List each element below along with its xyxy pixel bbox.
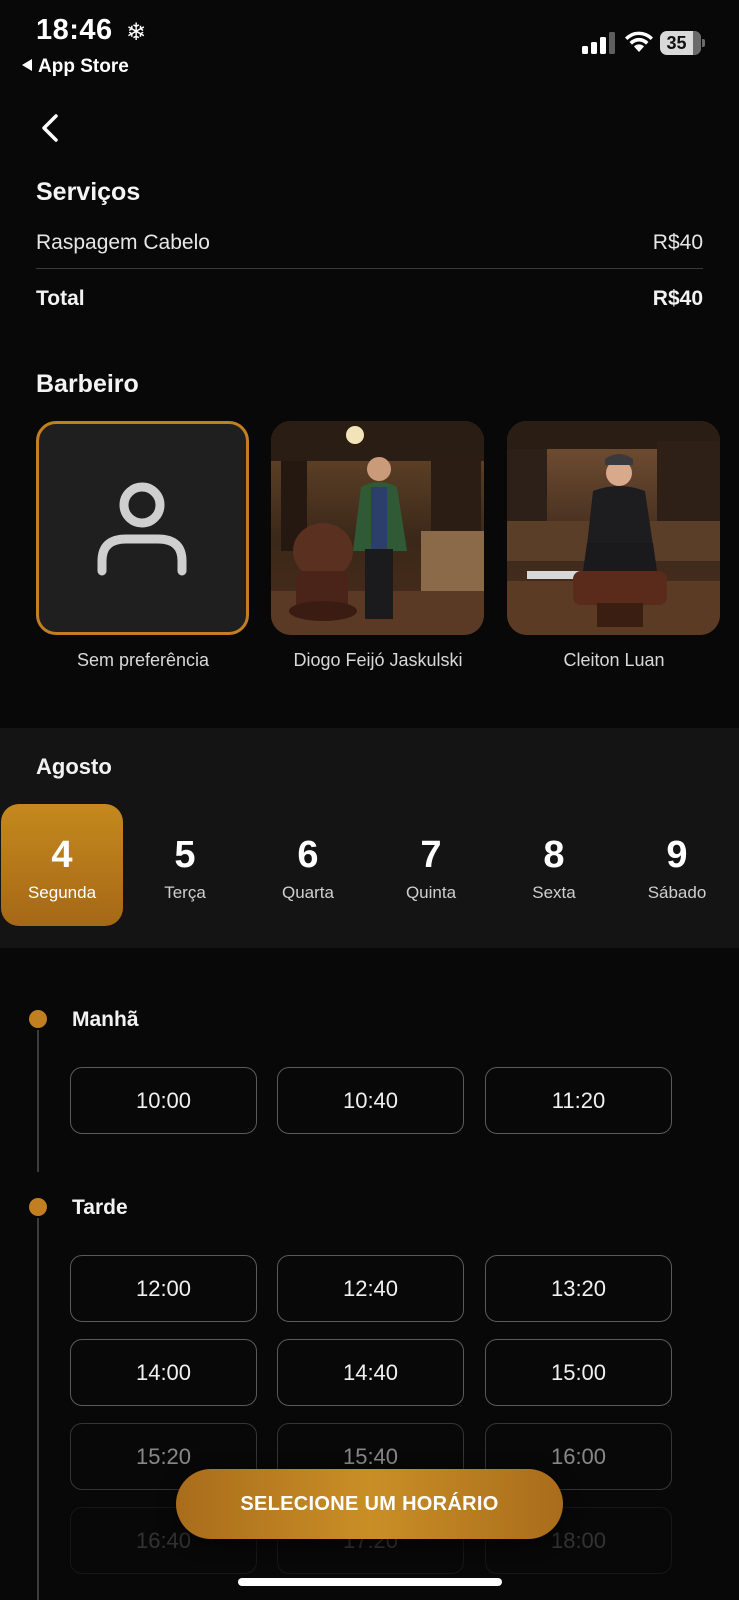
day-number: 9 xyxy=(666,834,688,876)
back-app-label: App Store xyxy=(38,56,129,77)
day-option[interactable]: 7 Quinta xyxy=(370,804,492,926)
divider xyxy=(36,268,703,269)
service-price: R$40 xyxy=(652,231,703,254)
barber-name: Sem preferência xyxy=(76,650,210,670)
timeline-dot xyxy=(29,1010,47,1028)
home-indicator[interactable] xyxy=(238,1578,502,1586)
total-label: Total xyxy=(36,287,85,310)
day-option[interactable]: 6 Quarta xyxy=(247,804,369,926)
services-title: Serviços xyxy=(36,178,141,206)
barber-photo-image xyxy=(507,421,720,635)
timeline-dot xyxy=(29,1198,47,1216)
user-icon xyxy=(97,482,187,576)
period-morning: Manhã xyxy=(72,1008,139,1031)
total-row: Total R$40 xyxy=(36,287,703,311)
day-weekday: Sexta xyxy=(532,883,576,902)
service-row: Raspagem Cabelo R$40 xyxy=(36,231,703,255)
barber-photo-image xyxy=(271,421,484,635)
time-slot[interactable]: 14:00 xyxy=(70,1339,257,1406)
month-label: Agosto xyxy=(36,754,112,779)
day-number: 8 xyxy=(543,834,565,876)
day-number: 6 xyxy=(297,834,319,876)
barber-photo-cleiton[interactable] xyxy=(507,421,720,635)
time-slot[interactable]: 12:00 xyxy=(70,1255,257,1322)
battery-icon: 35 xyxy=(660,31,705,55)
wifi-icon xyxy=(625,31,653,52)
barber-title: Barbeiro xyxy=(36,370,139,398)
day-option[interactable]: 9 Sábado xyxy=(616,804,738,926)
time-slot[interactable]: 10:40 xyxy=(277,1067,464,1134)
select-time-button[interactable]: SELECIONE UM HORÁRIO xyxy=(176,1469,563,1539)
day-option[interactable]: 8 Sexta xyxy=(493,804,615,926)
total-value: R$40 xyxy=(652,287,703,310)
barber-name: Cleiton Luan xyxy=(563,650,665,670)
day-option[interactable]: 4 Segunda xyxy=(1,804,123,926)
time-slot[interactable]: 10:00 xyxy=(70,1067,257,1134)
back-to-app-store-link[interactable]: App Store xyxy=(22,56,129,78)
day-number: 4 xyxy=(51,834,73,876)
time-slot[interactable]: 13:20 xyxy=(485,1255,672,1322)
status-time: 18:46 xyxy=(36,14,113,46)
timeline-line xyxy=(37,1030,39,1172)
barber-photo-diogo[interactable] xyxy=(271,421,484,635)
day-weekday: Terça xyxy=(164,883,206,902)
back-triangle-icon xyxy=(22,59,32,71)
battery-level: 35 xyxy=(666,33,687,53)
time-slot[interactable]: 14:40 xyxy=(277,1339,464,1406)
day-weekday: Sábado xyxy=(647,883,707,902)
period-afternoon: Tarde xyxy=(72,1196,128,1219)
cellular-signal-icon xyxy=(582,32,616,54)
timeline-line xyxy=(37,1218,39,1600)
time-slot[interactable]: 12:40 xyxy=(277,1255,464,1322)
snowflake-icon: ❄ xyxy=(126,19,147,46)
time-slot[interactable]: 11:20 xyxy=(485,1067,672,1134)
day-weekday: Quinta xyxy=(405,883,457,902)
back-chevron-icon[interactable] xyxy=(34,110,70,146)
barber-option-no-preference[interactable] xyxy=(36,421,249,635)
time-slot[interactable]: 15:00 xyxy=(485,1339,672,1406)
day-option[interactable]: 5 Terça xyxy=(124,804,246,926)
service-name: Raspagem Cabelo xyxy=(36,231,210,254)
day-number: 7 xyxy=(420,834,442,876)
day-weekday: Segunda xyxy=(27,883,97,902)
day-weekday: Quarta xyxy=(282,883,334,902)
day-number: 5 xyxy=(174,834,196,876)
barber-name: Diogo Feijó Jaskulski xyxy=(293,650,463,670)
